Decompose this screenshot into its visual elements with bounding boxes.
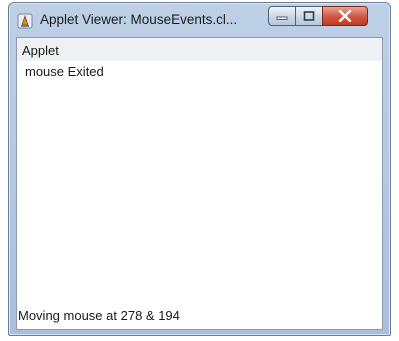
minimize-button[interactable] [268, 6, 296, 26]
maximize-button[interactable] [295, 6, 323, 26]
status-bar-text: Moving mouse at 278 & 194 [18, 308, 180, 323]
menu-applet[interactable]: Applet [20, 43, 61, 58]
close-button[interactable] [322, 6, 368, 26]
java-applet-icon [17, 13, 33, 29]
mouse-event-message: mouse Exited [25, 64, 104, 79]
applet-client-area[interactable]: Applet mouse Exited Moving mouse at 278 … [16, 37, 383, 330]
menu-bar: Applet [17, 38, 382, 61]
minimize-icon [276, 16, 288, 20]
title-bar[interactable]: Applet Viewer: MouseEvents.cl... [9, 3, 390, 37]
window-title: Applet Viewer: MouseEvents.cl... [40, 12, 238, 27]
close-icon [338, 10, 352, 22]
applet-viewer-window: Applet Viewer: MouseEvents.cl... Applet … [8, 2, 391, 336]
maximize-icon [303, 11, 315, 21]
